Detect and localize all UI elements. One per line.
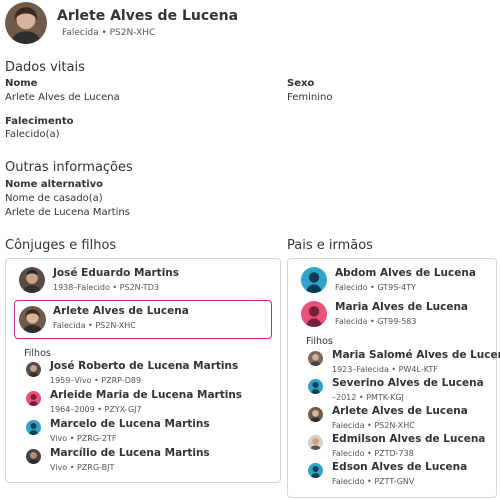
parents-section-title: Pais e irmãos <box>287 238 373 253</box>
sibling-entry[interactable]: Edson Alves de Lucena Falecido • PZTT-GN… <box>288 460 496 488</box>
sibling-name: Arlete Alves de Lucena <box>332 405 468 417</box>
sibling-entry[interactable]: Edmilson Alves de Lucena Falecido • PZTD… <box>288 432 496 460</box>
spouses-section-title: Cônjuges e filhos <box>5 238 117 253</box>
child-name: Marcílio de Lucena Martins <box>50 447 210 459</box>
woman-photo-avatar <box>5 2 47 44</box>
children-label: Filhos <box>24 348 51 359</box>
sibling-meta: 1923–Falecida • PW4L-KTF <box>332 365 438 374</box>
child-entry[interactable]: José Roberto de Lucena Martins 1959–Vivo… <box>6 359 280 388</box>
person-name: Arlete Alves de Lucena <box>57 8 239 24</box>
child-name: Arleide Maria de Lucena Martins <box>50 389 243 401</box>
spouse-name: José Eduardo Martins <box>53 267 180 279</box>
child-entry[interactable]: Marcelo de Lucena Martins Vivo • PZRG-2T… <box>6 417 280 446</box>
selected-person-entry[interactable]: Arlete Alves de Lucena Falecida • PS2N-X… <box>14 300 272 339</box>
sibling-meta: Falecida • PS2N-XHC <box>332 421 415 430</box>
sibling-meta: –2012 • PMTK-KGJ <box>332 393 404 402</box>
selected-person-meta: Falecida • PS2N-XHC <box>53 321 136 330</box>
male-silhouette-avatar <box>301 267 327 293</box>
name-label: Nome <box>5 78 38 89</box>
sibling-name: Severino Alves de Lucena <box>332 377 484 389</box>
sibling-meta: Falecido • PZTD-738 <box>332 449 414 458</box>
male-silhouette-avatar <box>26 420 41 435</box>
parents-card: Abdom Alves de Lucena Falecido • GT9S-4T… <box>287 258 500 498</box>
mother-meta: Falecida • GT99-583 <box>335 317 417 326</box>
other-section-title: Outras informações <box>5 160 133 175</box>
sex-value: Feminino <box>287 92 333 103</box>
child-entry[interactable]: Marcílio de Lucena Martins Vivo • PZRG-B… <box>6 446 280 475</box>
male-silhouette-avatar <box>308 463 323 478</box>
person-header: Arlete Alves de Lucena Falecida • PS2N-X… <box>5 2 495 46</box>
father-name: Abdom Alves de Lucena <box>335 267 476 279</box>
mother-entry[interactable]: Maria Alves de Lucena Falecida • GT99-58… <box>288 293 496 333</box>
selected-person-name: Arlete Alves de Lucena <box>53 305 189 317</box>
man-photo-avatar <box>19 267 45 293</box>
name-value: Arlete Alves de Lucena <box>5 92 120 103</box>
male-silhouette-avatar <box>308 379 323 394</box>
child-entry[interactable]: Arleide Maria de Lucena Martins 1964–200… <box>6 388 280 417</box>
sibling-name: Edmilson Alves de Lucena <box>332 433 486 445</box>
father-meta: Falecido • GT9S-4TY <box>335 283 417 292</box>
mother-name: Maria Alves de Lucena <box>335 301 469 313</box>
sex-label: Sexo <box>287 78 315 89</box>
man-photo-avatar <box>26 362 41 377</box>
sibling-name: Maria Salomé Alves de Lucena <box>332 349 500 361</box>
child-meta: 1964–2009 • PZYX-GJ7 <box>50 405 142 414</box>
death-label: Falecimento <box>5 116 74 127</box>
death-value: Falecido(a) <box>5 129 60 140</box>
female-silhouette-avatar <box>26 391 41 406</box>
person-meta: Falecida • PS2N-XHC <box>62 28 156 38</box>
child-meta: Vivo • PZRG-2TF <box>50 434 117 443</box>
female-silhouette-avatar <box>301 301 327 327</box>
vital-section-title: Dados vitais <box>5 60 85 75</box>
woman-photo-avatar <box>308 351 323 366</box>
man-photo-avatar <box>26 449 41 464</box>
siblings-label: Filhos <box>306 336 333 347</box>
alt-name-value: Arlete de Lucena Martins <box>5 207 130 218</box>
spouse-entry[interactable]: José Eduardo Martins 1938–Falecido • PS2… <box>6 259 280 299</box>
sibling-name: Edson Alves de Lucena <box>332 461 468 473</box>
child-name: Marcelo de Lucena Martins <box>50 418 210 430</box>
father-entry[interactable]: Abdom Alves de Lucena Falecido • GT9S-4T… <box>288 259 496 293</box>
spouses-card: José Eduardo Martins 1938–Falecido • PS2… <box>5 258 281 483</box>
woman-photo-avatar <box>308 407 323 422</box>
spouse-meta: 1938–Falecido • PS2N-TD3 <box>53 283 159 292</box>
sibling-meta: Falecido • PZTT-GNV <box>332 477 415 486</box>
child-meta: 1959–Vivo • PZRP-D89 <box>50 376 142 385</box>
woman-photo-avatar <box>19 306 46 333</box>
sibling-entry[interactable]: Arlete Alves de Lucena Falecida • PS2N-X… <box>288 404 496 432</box>
sibling-entry[interactable]: Severino Alves de Lucena –2012 • PMTK-KG… <box>288 376 496 404</box>
child-meta: Vivo • PZRG-BJT <box>50 463 115 472</box>
child-name: José Roberto de Lucena Martins <box>50 360 239 372</box>
alt-name-type: Nome de casado(a) <box>5 193 103 204</box>
alt-name-label: Nome alternativo <box>5 179 104 190</box>
sibling-entry[interactable]: Maria Salomé Alves de Lucena 1923–Faleci… <box>288 348 500 376</box>
man-photo-avatar <box>308 435 323 450</box>
